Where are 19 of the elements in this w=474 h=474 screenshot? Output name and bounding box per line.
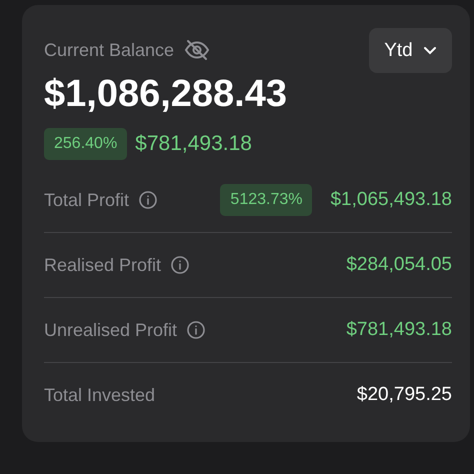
row-label: Total Profit	[44, 190, 130, 210]
balance-amount: $1,086,288.43	[44, 73, 288, 116]
period-dropdown[interactable]: Ytd	[369, 28, 452, 73]
row-value: $284,054.05	[346, 254, 452, 276]
row-value: $781,493.18	[346, 319, 452, 341]
info-icon[interactable]	[171, 256, 190, 274]
row-value: $1,065,493.18	[330, 189, 452, 211]
eye-slash-icon[interactable]	[184, 39, 210, 61]
balance-label: Current Balance	[44, 40, 174, 60]
percent-badge: 256.40%	[44, 128, 128, 160]
row-label: Total Invested	[44, 384, 156, 406]
chevron-down-icon	[422, 46, 437, 56]
row-label: Realised Profit	[44, 254, 162, 276]
info-icon[interactable]	[139, 191, 158, 209]
info-icon[interactable]	[187, 321, 206, 339]
percent-badge: 5123.73%	[220, 184, 312, 216]
change-amount: $781,493.18	[135, 132, 252, 156]
row-label: Unrealised Profit	[44, 320, 178, 340]
row-value: $20,795.25	[356, 384, 452, 406]
